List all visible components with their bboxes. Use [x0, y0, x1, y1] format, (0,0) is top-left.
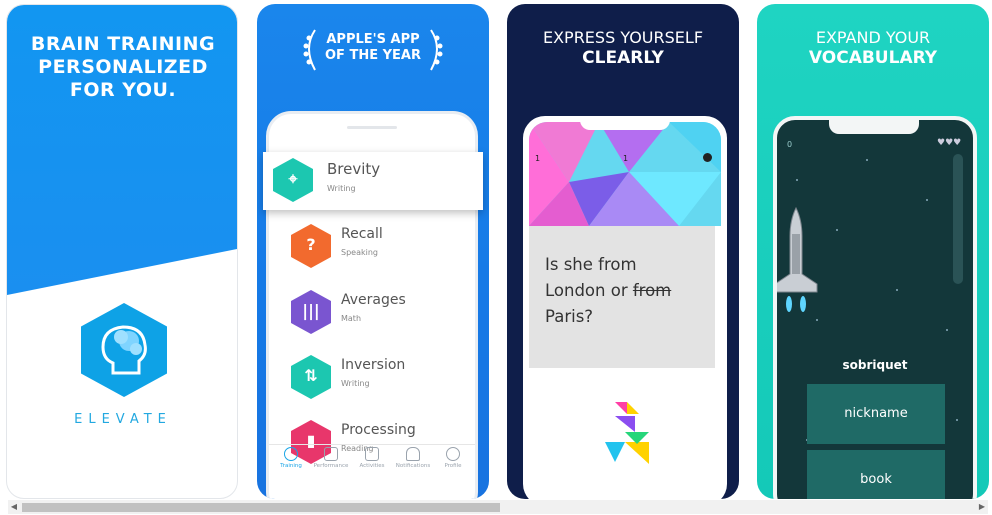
target-icon: ⌖	[273, 158, 313, 202]
puzzle-icon	[365, 447, 379, 461]
skill-name: Processing	[341, 422, 416, 438]
quiz-question: Is she from London or from Paris?	[545, 252, 695, 330]
phone-notch	[580, 116, 670, 130]
tab-label: Profile	[444, 463, 462, 469]
headline-line: EXPAND YOUR	[815, 28, 931, 47]
headline-line: BRAIN TRAINING	[30, 33, 216, 55]
progress-track	[953, 154, 963, 284]
tab-performance[interactable]: Performance	[311, 447, 351, 469]
promo-card-vocabulary: EXPAND YOUR VOCABULARY 0 ♥♥♥ sobriquet n…	[757, 4, 989, 499]
tab-training[interactable]: Training	[271, 447, 311, 469]
award-line: OF THE YEAR	[325, 48, 421, 63]
tab-profile[interactable]: Profile	[433, 447, 473, 469]
skill-item-brevity[interactable]: ⌖ Brevity Writing	[263, 152, 483, 210]
brain-head-icon	[81, 303, 167, 397]
card-headline: EXPRESS YOURSELF CLEARLY	[507, 28, 739, 68]
space-shuttle-icon	[777, 206, 818, 312]
hexagon-icon	[284, 447, 298, 461]
question-line: Paris?	[545, 307, 594, 326]
profile-icon	[446, 447, 460, 461]
promo-card-express-yourself: EXPRESS YOURSELF CLEARLY 1 1 Is she from…	[507, 4, 739, 499]
answer-option-book[interactable]: book	[807, 450, 945, 499]
scrollbar-thumb[interactable]	[22, 503, 500, 512]
skill-category: Writing	[327, 184, 356, 193]
skill-category: Math	[341, 314, 362, 323]
status-middle: 1	[623, 154, 629, 163]
headline-line: EXPRESS YOURSELF	[542, 28, 704, 47]
laurel-left-icon	[303, 29, 316, 71]
card-headline: EXPAND YOUR VOCABULARY	[757, 28, 989, 68]
bell-icon	[406, 447, 420, 461]
speaker-slot	[347, 126, 397, 129]
tab-label: Performance	[313, 463, 349, 469]
lives-hearts: ♥♥♥	[937, 138, 962, 148]
question-line: Is she from	[545, 255, 637, 274]
score-counter: 0	[787, 140, 793, 149]
headline-line: CLEARLY	[582, 48, 664, 68]
tab-label: Activities	[359, 463, 385, 469]
headline-line: PERSONALIZED	[38, 56, 208, 78]
scroll-left-arrow-icon[interactable]: ◀	[8, 502, 20, 512]
brand-name: ELEVATE	[74, 412, 172, 427]
tab-activities[interactable]: Activities	[352, 447, 392, 469]
bars-icon: |||	[291, 290, 331, 334]
polygon-artwork	[529, 122, 721, 226]
tangram-icon	[605, 402, 649, 464]
skill-item-inversion[interactable]: ⇅ Inversion Writing	[279, 349, 469, 407]
skill-name: Inversion	[341, 357, 406, 373]
skill-item-averages[interactable]: ||| Averages Math	[279, 284, 469, 342]
status-left: 1	[535, 154, 541, 163]
chart-icon	[324, 447, 338, 461]
horizontal-scrollbar[interactable]: ◀ ▶	[8, 500, 988, 514]
award-line: APPLE'S APP	[326, 32, 420, 47]
phone-mockup: ⌖ Brevity Writing ? Recall Speaking ||| …	[263, 114, 483, 499]
struck-word[interactable]: from	[633, 281, 671, 300]
card-headline: BRAIN TRAINING PERSONALIZED FOR YOU.	[7, 33, 237, 102]
headline-line: FOR YOU.	[69, 79, 177, 101]
scroll-right-arrow-icon[interactable]: ▶	[976, 502, 988, 512]
skill-name: Averages	[341, 292, 406, 308]
skill-name: Brevity	[327, 160, 381, 178]
laurel-right-icon	[430, 29, 443, 71]
timer-icon	[703, 153, 712, 162]
tab-label: Notifications	[395, 463, 431, 469]
promo-card-app-of-year: APPLE'S APP OF THE YEAR ⌖ Brevity Writin…	[257, 4, 489, 499]
skill-category: Speaking	[341, 248, 378, 257]
target-word: sobriquet	[842, 358, 908, 372]
phone-mockup: 0 ♥♥♥ sobriquet nickname book	[773, 116, 977, 499]
question-line: London or from	[545, 278, 695, 304]
app-store-screenshots: BRAIN TRAINING PERSONALIZED FOR YOU. ELE…	[0, 0, 992, 515]
skill-category: Writing	[341, 379, 370, 388]
tab-label: Training	[280, 463, 302, 469]
headline-line: VOCABULARY	[808, 48, 938, 68]
question-icon: ?	[291, 224, 331, 268]
answer-option-nickname[interactable]: nickname	[807, 384, 945, 444]
award-badge: APPLE'S APP OF THE YEAR	[301, 28, 445, 76]
award-text: APPLE'S APP OF THE YEAR	[321, 32, 425, 64]
arrows-icon: ⇅	[291, 355, 331, 399]
promo-card-brain-training: BRAIN TRAINING PERSONALIZED FOR YOU. ELE…	[6, 4, 238, 499]
question-text: London or	[545, 281, 633, 300]
skill-item-recall[interactable]: ? Recall Speaking	[279, 218, 469, 276]
tab-notifications[interactable]: Notifications	[393, 447, 433, 469]
skill-name: Recall	[341, 226, 383, 242]
phone-mockup: 1 1 Is she from London or from Paris?	[523, 116, 727, 499]
bottom-tab-bar: Training Performance Activities Notifica…	[269, 444, 475, 478]
